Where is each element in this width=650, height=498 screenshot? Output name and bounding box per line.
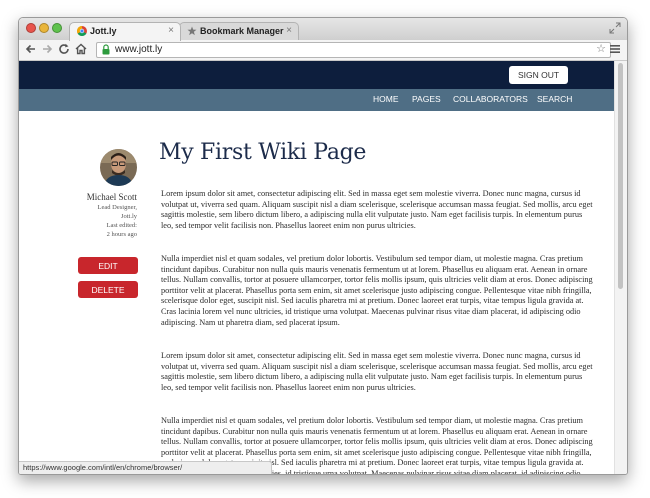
author-org: Jott.ly [120, 213, 137, 220]
page-scrollbar[interactable] [614, 61, 627, 474]
menu-icon[interactable] [609, 43, 621, 55]
forward-icon[interactable] [40, 42, 54, 56]
nav-collaborators[interactable]: COLLABORATORS [453, 94, 528, 104]
tab-strip: Jott.ly × Bookmark Manager × [19, 18, 627, 41]
bookmark-star-icon[interactable]: ☆ [596, 43, 606, 56]
scrollbar-thumb[interactable] [618, 63, 623, 289]
page-viewport: SIGN OUT HOME PAGES COLLABORATORS SEARCH… [19, 61, 615, 474]
page-title: My First Wiki Page [159, 140, 367, 165]
tab-label: Bookmark Manager [200, 26, 284, 36]
tab-close-icon[interactable]: × [286, 25, 292, 36]
browser-window: Jott.ly × Bookmark Manager × www.jott.ly… [18, 17, 628, 475]
reload-icon[interactable] [57, 42, 71, 56]
sign-out-button[interactable]: SIGN OUT [509, 66, 568, 84]
chrome-logo-icon [77, 26, 87, 36]
last-edited-time: 2 hours ago [106, 231, 137, 238]
status-url: https://www.google.com/intl/en/chrome/br… [23, 463, 183, 472]
url-input[interactable] [115, 43, 585, 56]
tab-bookmark-manager[interactable]: Bookmark Manager × [179, 22, 299, 41]
status-bubble: https://www.google.com/intl/en/chrome/br… [19, 461, 272, 474]
paragraph: Nulla imperdiet nisl et quam sodales, ve… [161, 254, 593, 327]
nav-pages[interactable]: PAGES [412, 94, 441, 104]
tab-jottly[interactable]: Jott.ly × [69, 22, 181, 41]
tab-close-icon[interactable]: × [168, 25, 174, 36]
browser-toolbar: ☆ [19, 40, 627, 61]
lock-icon [102, 44, 110, 55]
site-header: SIGN OUT [19, 61, 615, 89]
avatar [100, 149, 137, 186]
address-bar[interactable]: ☆ [96, 42, 611, 58]
delete-button[interactable]: DELETE [78, 281, 138, 298]
site-nav: HOME PAGES COLLABORATORS SEARCH [19, 89, 615, 111]
window-minimize-button[interactable] [39, 23, 49, 33]
tab-label: Jott.ly [90, 26, 117, 36]
nav-home[interactable]: HOME [373, 94, 399, 104]
fullscreen-icon[interactable] [609, 22, 621, 34]
edit-button[interactable]: EDIT [78, 257, 138, 274]
author-role: Lead Designer, [97, 204, 137, 211]
nav-search[interactable]: SEARCH [537, 94, 572, 104]
paragraph: Lorem ipsum dolor sit amet, consectetur … [161, 189, 593, 230]
window-maximize-button[interactable] [52, 23, 62, 33]
home-icon[interactable] [74, 42, 88, 56]
author-name: Michael Scott [86, 192, 137, 202]
last-edited-label: Last edited: [106, 222, 137, 229]
window-close-button[interactable] [26, 23, 36, 33]
back-icon[interactable] [24, 42, 38, 56]
star-icon [187, 26, 197, 36]
paragraph: Lorem ipsum dolor sit amet, consectetur … [161, 351, 593, 392]
